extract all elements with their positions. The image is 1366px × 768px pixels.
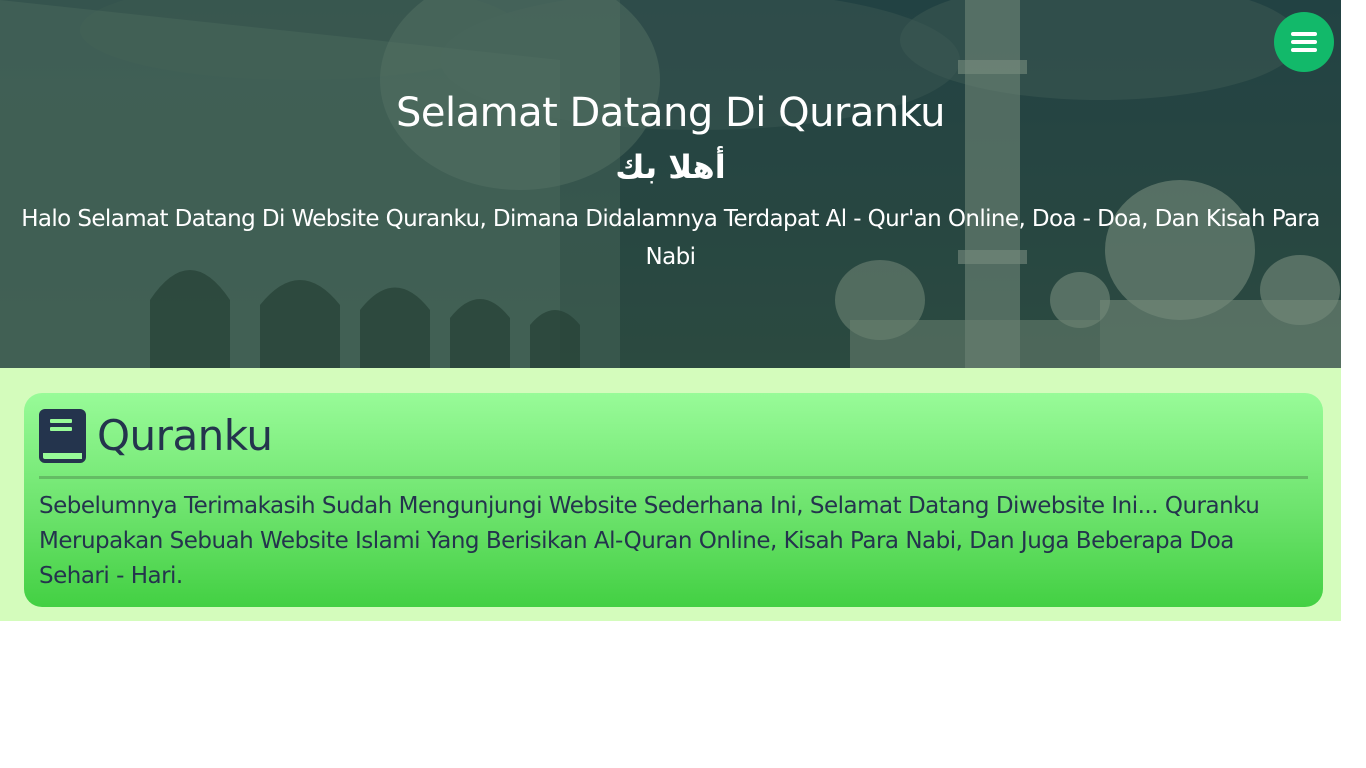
menu-button[interactable] (1274, 12, 1334, 72)
hero-description: Halo Selamat Datang Di Website Quranku, … (21, 206, 1320, 270)
hero-arabic-greeting: أهلا بك (615, 148, 726, 186)
hero-content: Selamat Datang Di Quranku أهلا بك Halo S… (0, 84, 1341, 276)
card-divider (39, 476, 1308, 479)
hero-banner: Selamat Datang Di Quranku أهلا بك Halo S… (0, 0, 1341, 368)
about-card-header: Quranku (39, 409, 1308, 463)
page: Selamat Datang Di Quranku أهلا بك Halo S… (0, 0, 1341, 768)
hero-title: Selamat Datang Di Quranku (395, 90, 946, 136)
about-card-title: Quranku (97, 411, 273, 460)
book-icon (39, 409, 86, 463)
about-section: Quranku Sebelumnya Terimakasih Sudah Men… (0, 368, 1341, 621)
blank-area (0, 621, 1341, 768)
hamburger-menu-icon (1291, 28, 1317, 56)
about-card: Quranku Sebelumnya Terimakasih Sudah Men… (24, 393, 1323, 607)
about-card-text: Sebelumnya Terimakasih Sudah Mengunjungi… (39, 493, 1260, 589)
